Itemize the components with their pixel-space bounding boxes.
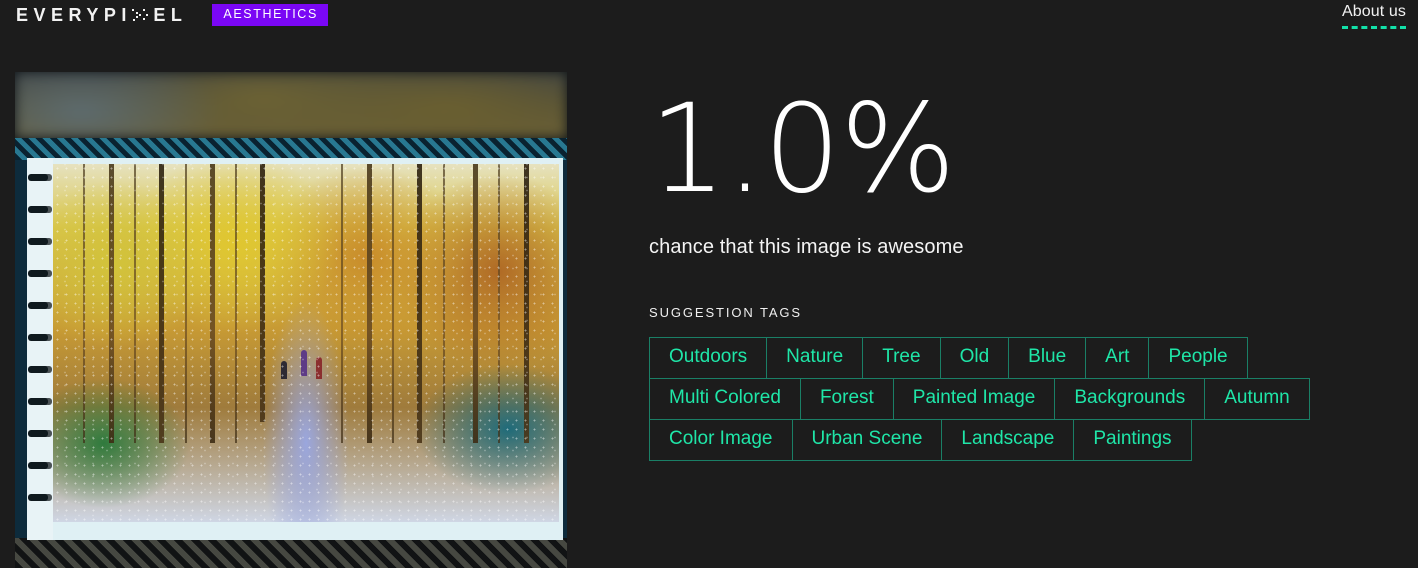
tag-chip[interactable]: Multi Colored (649, 378, 801, 420)
cloth-background-top (15, 138, 567, 160)
tag-chip[interactable]: Art (1085, 337, 1150, 379)
tag-chip[interactable]: Urban Scene (791, 419, 943, 461)
results-panel: 1.0% chance that this image is awesome S… (649, 0, 1409, 568)
logo-text-before: EVERYPI (16, 5, 132, 25)
suggestion-tags-list: Outdoors Nature Tree Old Blue Art People… (649, 337, 1310, 461)
everypixel-logo[interactable]: EVERYPI EL (16, 4, 187, 26)
tag-chip[interactable]: Blue (1008, 337, 1087, 379)
pixel-x-icon (131, 8, 149, 23)
watercolor-speckle-texture (53, 164, 559, 522)
preview-photo (15, 138, 567, 568)
tag-chip[interactable]: Color Image (649, 419, 793, 461)
tag-chip[interactable]: Painted Image (892, 378, 1056, 420)
aesthetics-badge[interactable]: AESTHETICS (212, 4, 328, 26)
suggestion-tags-heading: SUGGESTION TAGS (649, 305, 802, 320)
tag-chip[interactable]: Autumn (1204, 378, 1310, 420)
tag-chip[interactable]: Backgrounds (1054, 378, 1206, 420)
score-caption: chance that this image is awesome (649, 236, 964, 258)
tag-chip[interactable]: People (1148, 337, 1248, 379)
preview-blur-backdrop (15, 72, 567, 138)
brand-lockup: EVERYPI EL AESTHETICS (16, 4, 328, 26)
cloth-background-bottom (15, 538, 567, 568)
tag-chip[interactable]: Landscape (941, 419, 1075, 461)
tag-chip[interactable]: Tree (862, 337, 941, 379)
watercolor-painting (53, 164, 559, 522)
analyzed-image-preview[interactable] (15, 72, 567, 568)
tag-chip[interactable]: Nature (766, 337, 864, 379)
tag-chip[interactable]: Old (939, 337, 1010, 379)
spiral-binding-icon (27, 158, 53, 540)
logo-text-after: EL (153, 5, 188, 25)
tag-chip[interactable]: Forest (799, 378, 894, 420)
sketchbook-page (27, 158, 563, 540)
tag-chip[interactable]: Paintings (1073, 419, 1192, 461)
tag-chip[interactable]: Outdoors (649, 337, 768, 379)
aesthetic-score: 1.0% (649, 78, 956, 220)
